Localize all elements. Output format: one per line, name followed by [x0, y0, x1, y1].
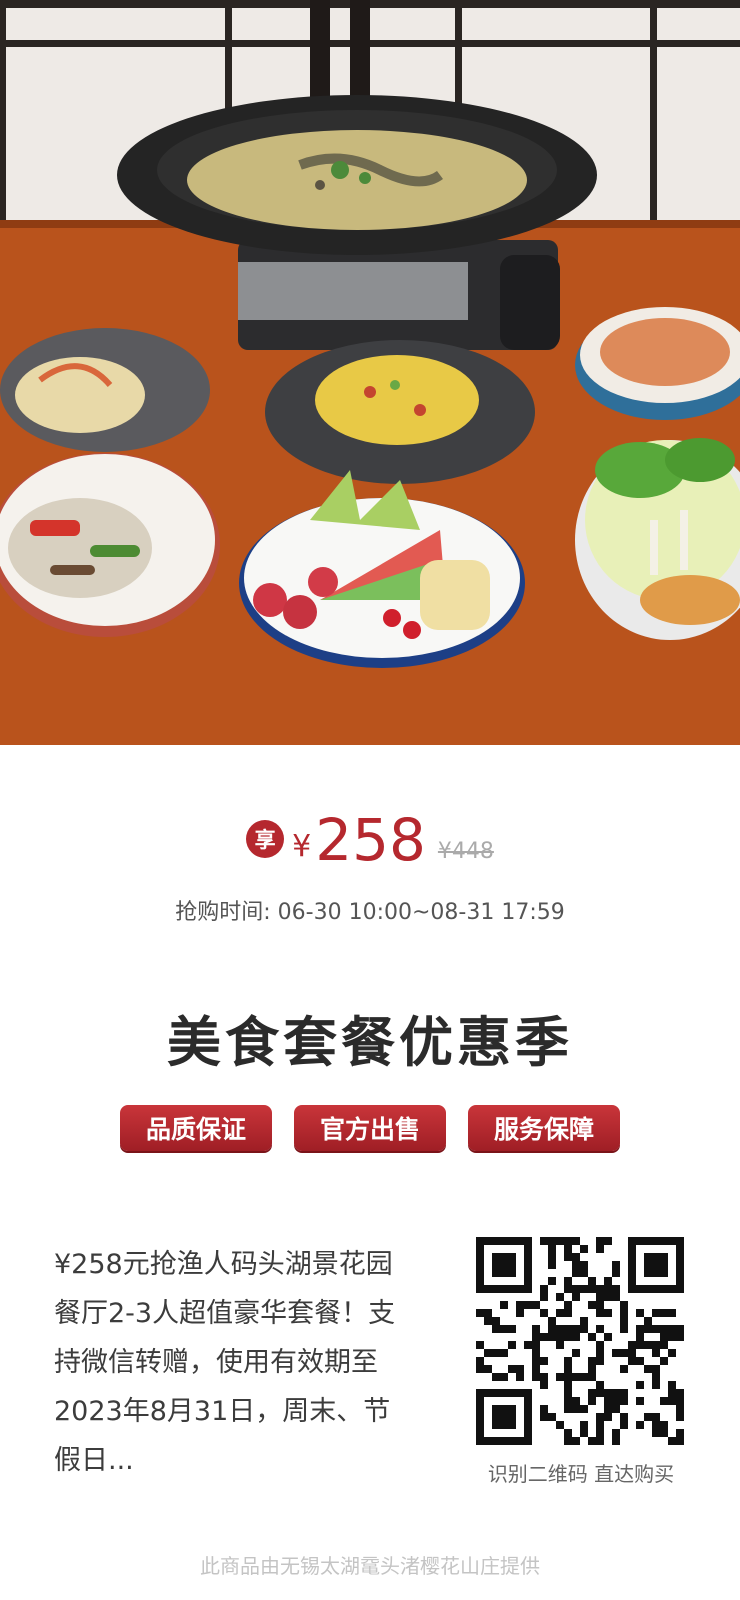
sale-price: 258 — [315, 806, 426, 874]
provider-note: 此商品由无锡太湖鼋头渚樱花山庄提供 — [200, 1554, 540, 1578]
product-description: ¥258元抢渔人码头湖景花园餐厅2-3人超值豪华套餐！支持微信转赠，使用有效期至… — [54, 1249, 396, 1476]
badge-service: 服务保障 — [468, 1105, 620, 1151]
share-badge-icon: 享 — [246, 820, 285, 858]
original-price: ¥448 — [437, 839, 494, 864]
page-title: 美食套餐优惠季 — [167, 1011, 573, 1074]
price-row: 享 ¥ 258 ¥448 — [0, 810, 740, 870]
badge-quality: 品质保证 — [120, 1105, 272, 1151]
qr-caption: 识别二维码 直达购买 — [487, 1462, 675, 1486]
sale-time: 抢购时间: 06-30 10:00~08-31 17:59 — [175, 900, 565, 925]
badge-official: 官方出售 — [294, 1105, 446, 1151]
currency-symbol: ¥ — [292, 829, 312, 864]
qr-code-icon[interactable] — [476, 1237, 684, 1445]
guarantee-badges: 品质保证 官方出售 服务保障 — [0, 1105, 740, 1151]
banner-food-photo — [0, 0, 740, 745]
